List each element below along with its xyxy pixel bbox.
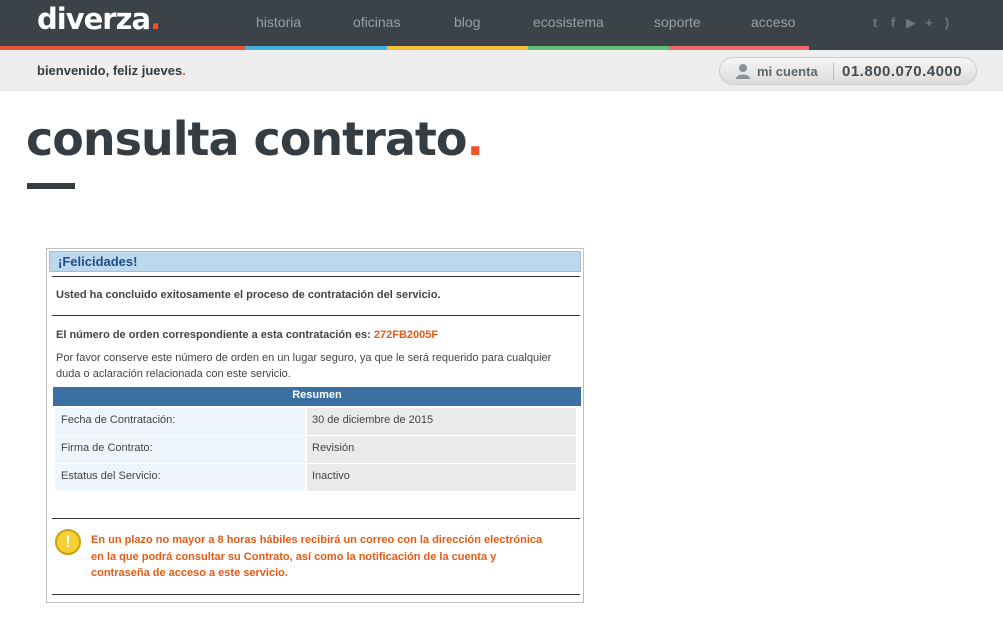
- nav-ecosistema[interactable]: ecosistema: [533, 14, 604, 30]
- welcome-greeting: bienvenido, feliz jueves.: [37, 63, 186, 78]
- summary-row-signature: Firma de Contrato: Revisión: [55, 436, 576, 463]
- summary-label: Estatus del Servicio:: [55, 464, 305, 491]
- user-icon[interactable]: [735, 63, 751, 79]
- order-line: El número de orden correspondiente a est…: [56, 329, 439, 341]
- nav-historia[interactable]: historia: [256, 14, 301, 30]
- summary-header: Resumen: [53, 387, 581, 406]
- welcome-bar: bienvenido, feliz jueves. mi cuenta 01.8…: [0, 50, 1003, 91]
- nav-soporte[interactable]: soporte: [654, 14, 701, 30]
- social-links: t f ▶ + ): [868, 15, 954, 33]
- rss-icon[interactable]: ): [940, 15, 954, 31]
- divider: [52, 518, 580, 519]
- summary-row-status: Estatus del Servicio: Inactivo: [55, 464, 576, 491]
- mi-cuenta-link[interactable]: mi cuenta: [757, 64, 818, 79]
- summary-value: 30 de diciembre de 2015: [307, 408, 576, 435]
- confirmation-panel: ¡Felicidades! Usted ha concluido exitosa…: [46, 248, 584, 603]
- panel-heading: ¡Felicidades!: [58, 254, 138, 269]
- summary-row-date: Fecha de Contratación: 30 de diciembre d…: [55, 408, 576, 435]
- facebook-icon[interactable]: f: [886, 15, 900, 31]
- nav-oficinas[interactable]: oficinas: [353, 14, 400, 30]
- keep-instructions: Por favor conserve este número de orden …: [56, 352, 552, 380]
- summary-value: Revisión: [307, 436, 576, 463]
- divider: [833, 63, 834, 80]
- phone-number: 01.800.070.4000: [842, 63, 963, 80]
- account-pill: mi cuenta 01.800.070.4000: [719, 57, 977, 85]
- divider: [52, 594, 580, 595]
- page-title: consulta contrato.: [26, 112, 484, 166]
- main-nav: historia oficinas blog ecosistema soport…: [0, 14, 1003, 34]
- summary-value: Inactivo: [307, 464, 576, 491]
- warning-icon: !: [55, 529, 81, 555]
- order-number: 272FB2005F: [373, 329, 439, 341]
- divider: [52, 276, 580, 277]
- panel-header: ¡Felicidades!: [49, 251, 581, 272]
- top-navigation-bar: diverza. historia oficinas blog ecosiste…: [0, 0, 1003, 46]
- title-underline: [27, 183, 75, 189]
- plus-icon[interactable]: +: [922, 15, 936, 31]
- divider: [52, 315, 580, 316]
- summary-label: Fecha de Contratación:: [55, 408, 305, 435]
- success-message: Usted ha concluido exitosamente el proce…: [56, 289, 441, 301]
- play-icon[interactable]: ▶: [904, 15, 918, 31]
- twitter-icon[interactable]: t: [868, 15, 882, 31]
- notice-message: En un plazo no mayor a 8 horas hábiles r…: [91, 534, 543, 579]
- nav-blog[interactable]: blog: [454, 14, 480, 30]
- summary-label: Firma de Contrato:: [55, 436, 305, 463]
- nav-acceso[interactable]: acceso: [751, 14, 795, 30]
